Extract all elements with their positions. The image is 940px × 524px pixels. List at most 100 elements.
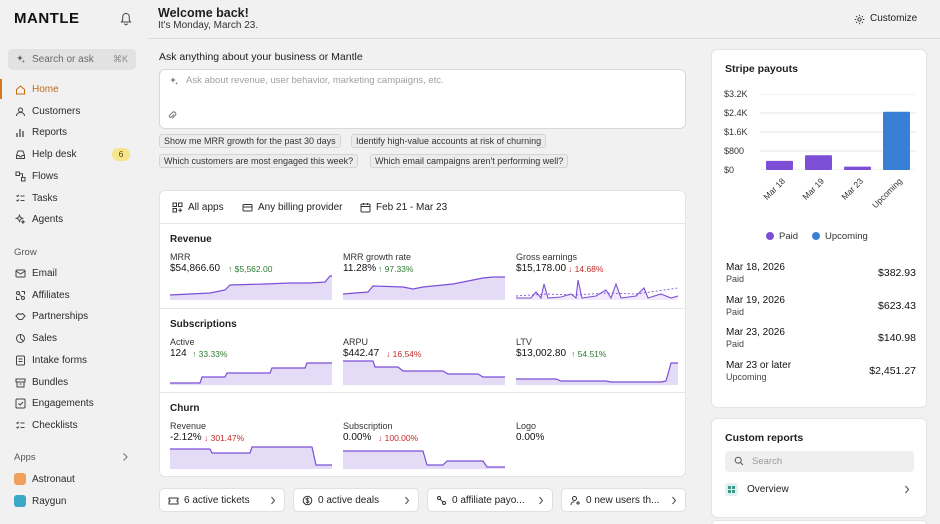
suggestion-chip[interactable]: Identify high-value accounts at risk of … [351,134,547,148]
date-text: It's Monday, March 23. [158,20,259,31]
mrr-growth-metric[interactable]: MRR growth rate 11.28% ↑ 97.33% [343,252,505,300]
payout-status: Upcoming [726,371,767,382]
revenue-churn-sparkline [170,446,332,469]
chevron-right-icon [905,485,910,494]
sparkle-icon [15,214,26,225]
chevron-right-icon [271,496,276,505]
reports-search-input[interactable]: Search [725,451,914,472]
payout-bar[interactable] [883,111,910,170]
payout-row[interactable]: Mar 19, 2026 Paid $623.43 [726,295,916,321]
engagement-icon [15,398,26,409]
sales-icon [16,334,25,344]
summary-pill[interactable]: 6 active tickets [159,488,285,512]
gross-earnings-metric[interactable]: Gross earnings $15,178.00 ↓ 14.68% [516,252,678,300]
payouts-chart [760,94,916,170]
sidebar-item-checklists[interactable]: Checklists [0,415,140,435]
metric-name: ARPU [343,337,369,347]
apps-section-label: Apps [14,452,36,463]
ltv-metric[interactable]: LTV $13,002.80 ↑ 54.51% [516,337,678,385]
summary-pill[interactable]: 0 active deals [293,488,419,512]
metric-value: $442.47 [343,348,380,359]
sidebar-item-engagements[interactable]: Engagements [0,393,140,413]
bar-chart-icon [16,129,24,138]
customize-button[interactable]: Customize [852,12,932,28]
app-filter-label: All apps [188,202,224,213]
bundle-icon [15,378,26,387]
arpu-metric[interactable]: ARPU $442.47 ↓ 16.54% [343,337,505,385]
app-item-astronaut[interactable]: Astronaut [0,469,140,489]
y-tick-label: $0 [724,165,735,175]
sidebar-item-email[interactable]: Email [0,263,140,283]
metric-value: $13,002.80 [516,348,567,359]
sidebar-item-intake-forms[interactable]: Intake forms [0,350,140,370]
arrow-up-icon: ↑ [192,349,199,359]
subscription-churn-metric[interactable]: Subscription 0.00% ↓ 100.00% [343,421,505,469]
revenue-section-title: Revenue [170,234,212,245]
payout-amount: $2,451.27 [869,364,916,377]
sidebar-item-home[interactable]: Home [0,79,140,99]
header-divider [148,38,940,39]
affiliates-icon [437,496,446,505]
sidebar-item-sales[interactable]: Sales [0,328,140,348]
search-icon [734,456,744,466]
legend-label: Upcoming [825,231,868,242]
paperclip-icon[interactable] [167,110,177,121]
dollar-icon [302,495,313,506]
payout-bar[interactable] [844,166,871,170]
mrr-metric[interactable]: MRR $54,866.60 ↑ $5,562.00 [170,252,332,300]
sidebar-item-partnerships[interactable]: Partnerships [0,306,140,326]
payout-row[interactable]: Mar 23, 2026 Paid $140.98 [726,327,916,353]
chevron-right-icon[interactable] [121,452,129,462]
report-item-overview[interactable]: Overview [725,482,914,498]
metric-name: LTV [516,337,532,347]
chevron-right-icon [539,496,544,505]
arpu-sparkline [343,360,505,385]
payout-row[interactable]: Mar 23 or later Upcoming $2,451.27 [726,360,916,386]
ask-input[interactable]: Ask about revenue, user behavior, market… [159,69,686,129]
active-subscriptions-metric[interactable]: Active 124 ↑ 33.33% [170,337,332,385]
sidebar-item-affiliates[interactable]: Affiliates [0,285,140,305]
suggestion-chip[interactable]: Show me MRR growth for the past 30 days [159,134,341,148]
summary-pill[interactable]: 0 new users th... [561,488,686,512]
summary-pill[interactable]: 0 affiliate payo... [427,488,553,512]
form-icon [16,355,25,366]
sidebar-item-help-desk[interactable]: Help desk 6 [0,144,140,164]
metric-name: Logo [516,421,537,431]
suggestion-chip[interactable]: Which email campaigns aren't performing … [370,154,569,168]
app-item-raygun[interactable]: Raygun [0,491,140,511]
payout-row[interactable]: Mar 18, 2026 Paid $382.93 [726,262,916,288]
summary-pill-label: 0 new users th... [586,495,660,506]
payout-bar[interactable] [766,160,793,170]
suggestion-chip[interactable]: Which customers are most engaged this we… [159,154,359,168]
sidebar-item-tasks[interactable]: Tasks [0,188,140,208]
legend-label: Paid [779,231,799,242]
revenue-churn-metric[interactable]: Revenue -2.12% ↓ 301.47% [170,421,332,469]
sidebar-item-customers[interactable]: Customers [0,101,140,121]
date-filter[interactable]: Feb 21 - Mar 23 [360,201,450,215]
metric-name: Gross earnings [516,252,578,262]
metric-change: 100.00% [384,433,419,443]
logo-churn-metric[interactable]: Logo 0.00% [516,421,678,469]
payout-amount: $623.43 [878,299,916,312]
mantle-logo[interactable]: MANTLE [14,10,80,27]
bell-icon[interactable] [120,12,132,26]
metric-change: 16.54% [392,349,422,359]
churn-section-title: Churn [170,403,200,414]
payout-date: Mar 18, 2026 [726,262,785,273]
sidebar-item-bundles[interactable]: Bundles [0,372,140,392]
billing-filter[interactable]: Any billing provider [242,201,350,215]
mail-icon [15,269,26,278]
sidebar-item-label: Intake forms [32,354,88,366]
sidebar-item-agents[interactable]: Agents [0,209,140,229]
sidebar-item-flows[interactable]: Flows [0,166,140,186]
metric-value: -2.12% [170,432,202,443]
welcome-heading: Welcome back! [158,6,249,20]
metric-name: MRR growth rate [343,252,412,262]
payout-bar[interactable] [805,155,832,170]
sidebar-search[interactable]: Search or ask ⌘K [8,49,136,70]
billing-icon [242,204,253,212]
affiliates-icon [16,290,25,300]
app-filter[interactable]: All apps [172,201,232,215]
checklist-icon [16,194,25,202]
sidebar-item-reports[interactable]: Reports [0,122,140,142]
